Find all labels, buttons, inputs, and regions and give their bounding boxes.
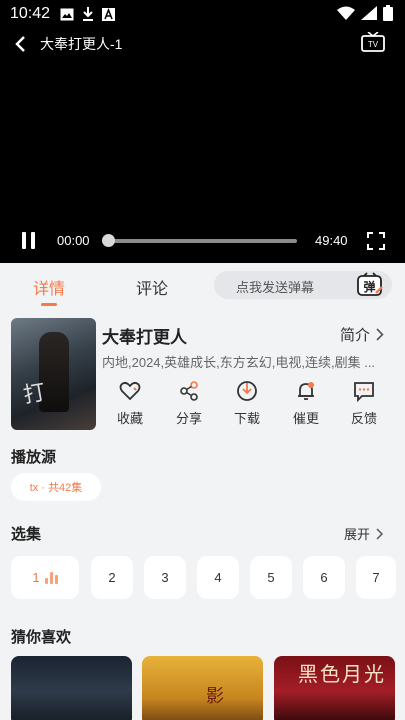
episode-number: 4 [214, 570, 222, 585]
recommend-section-title: 猜你喜欢 [11, 629, 72, 646]
feedback-button[interactable]: 反馈 [342, 380, 386, 427]
font-icon [102, 7, 116, 21]
tab-bar: 详情 评论 点我发送弹幕 弹 [0, 263, 405, 309]
current-time: 00:00 [57, 233, 90, 248]
episodes-section-title: 选集 [11, 526, 42, 543]
show-title: 大奉打更人 [102, 328, 187, 347]
progress-bar[interactable] [102, 234, 297, 247]
urge-update-button[interactable]: 催更 [284, 380, 328, 427]
favorite-label: 收藏 [116, 411, 143, 426]
favorite-button[interactable]: 收藏 [108, 380, 152, 427]
intro-link[interactable]: 简介 [340, 324, 384, 345]
back-button[interactable] [0, 30, 40, 58]
tab-active-indicator [41, 303, 57, 306]
player-controls: 00:00 49:40 [0, 227, 405, 255]
feedback-label: 反馈 [350, 411, 377, 426]
episode-item[interactable]: 6 [303, 556, 345, 599]
feedback-icon [354, 382, 374, 402]
chevron-right-icon [376, 527, 384, 540]
danmu-placeholder: 点我发送弹幕 [236, 280, 315, 295]
playing-bars-icon [44, 571, 58, 584]
episode-item[interactable]: 1 [11, 556, 79, 599]
intro-label: 简介 [340, 327, 371, 344]
tv-cast-icon[interactable]: TV [361, 32, 385, 54]
signal-icon [361, 6, 377, 20]
download-button[interactable]: 下载 [225, 380, 269, 427]
progress-knob[interactable] [102, 234, 115, 247]
share-button[interactable]: 分享 [167, 380, 211, 427]
source-section-title: 播放源 [11, 449, 57, 466]
video-player[interactable]: 10:42 大奉打更人-1 TV 00:00 49:40 [0, 0, 405, 263]
wifi-icon [337, 6, 355, 20]
danmu-icon[interactable]: 弹 [356, 272, 384, 298]
episode-item[interactable]: 7 [356, 556, 396, 599]
svg-text:TV: TV [368, 40, 379, 49]
recommend-card-title: 黑色月光 [298, 662, 386, 686]
share-label: 分享 [175, 411, 202, 426]
share-icon [180, 381, 198, 401]
chevron-left-icon [15, 36, 25, 52]
pause-button[interactable] [20, 232, 38, 250]
episode-number: 7 [372, 570, 380, 585]
expand-episodes-link[interactable]: 展开 [344, 524, 384, 543]
show-poster: 打 [11, 318, 96, 430]
expand-label: 展开 [344, 527, 371, 542]
episode-number: 1 [32, 570, 40, 585]
download-label: 下载 [233, 411, 260, 426]
tab-detail[interactable]: 详情 [33, 275, 65, 299]
total-time: 49:40 [315, 233, 348, 248]
recommend-card[interactable]: 影 [142, 656, 263, 720]
show-tags: 内地,2024,英雄成长,东方玄幻,电视,连续,剧集 ... [102, 355, 376, 370]
bell-icon [298, 382, 314, 400]
fullscreen-icon[interactable] [367, 232, 385, 250]
status-bar: 10:42 [0, 0, 405, 28]
episode-number: 3 [161, 570, 169, 585]
download-status-icon [83, 7, 94, 21]
episode-item[interactable]: 3 [144, 556, 186, 599]
urge-update-label: 催更 [292, 411, 319, 426]
source-chip[interactable]: tx · 共42集 [11, 473, 101, 501]
episode-number: 2 [108, 570, 116, 585]
episode-item[interactable]: 4 [197, 556, 239, 599]
player-title-bar: 大奉打更人-1 TV [0, 30, 405, 58]
danmu-input[interactable]: 点我发送弹幕 弹 [214, 271, 392, 299]
recommend-card[interactable]: 黑色月光 [274, 656, 395, 720]
episode-number: 5 [267, 570, 275, 585]
danmu-icon-text: 弹 [363, 279, 375, 294]
chevron-right-icon [376, 328, 384, 341]
episode-item[interactable]: 2 [91, 556, 133, 599]
download-icon [237, 381, 257, 401]
status-time: 10:42 [10, 5, 51, 22]
battery-icon [383, 5, 393, 21]
recommend-card[interactable] [11, 656, 132, 720]
video-title: 大奉打更人-1 [40, 36, 123, 52]
tab-comment[interactable]: 评论 [136, 275, 168, 299]
episode-number: 6 [320, 570, 328, 585]
episode-item[interactable]: 5 [250, 556, 292, 599]
heart-icon [119, 381, 141, 401]
image-icon [60, 8, 74, 20]
